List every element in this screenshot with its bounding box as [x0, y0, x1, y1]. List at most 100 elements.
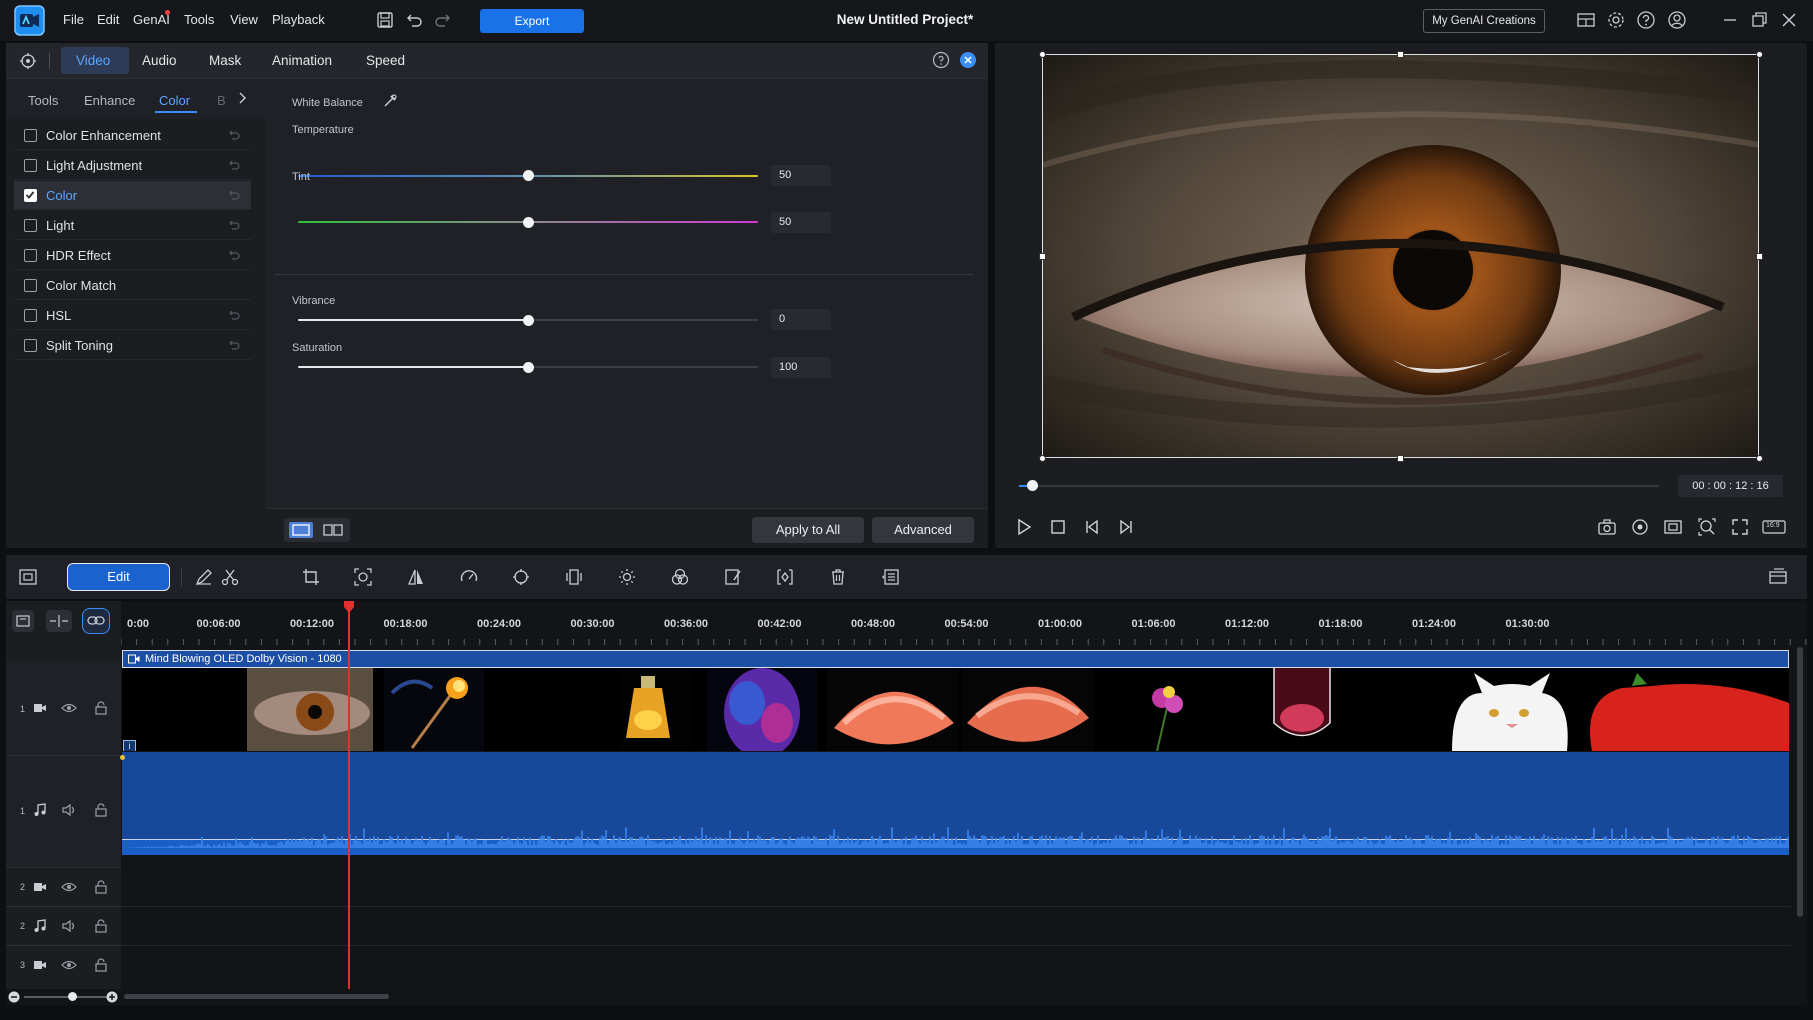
aspect-ratio-icon[interactable]: 16:9 [1762, 517, 1786, 537]
fullscreen-icon[interactable] [1730, 517, 1750, 537]
subtab-b[interactable]: B [217, 93, 226, 108]
tab-mask[interactable]: Mask [209, 53, 241, 68]
lock-icon[interactable] [93, 957, 109, 973]
preview-quality-icon[interactable] [1630, 517, 1650, 537]
video-track-2[interactable] [121, 868, 1791, 907]
lock-icon[interactable] [93, 918, 109, 934]
time-ruler[interactable]: 0:00 00:06:00 00:12:00 00:18:00 00:24:00 00:3… [121, 601, 1807, 647]
feature-item[interactable]: HDR Effect [14, 241, 251, 270]
panel-close-icon[interactable] [959, 51, 977, 69]
video-clip-title-bar[interactable]: Mind Blowing OLED Dolby Vision - 1080 [122, 650, 1789, 668]
reset-icon[interactable] [227, 128, 241, 142]
play-icon[interactable] [1014, 517, 1034, 537]
playhead-marker[interactable] [343, 601, 355, 613]
snap-icon[interactable] [46, 610, 72, 632]
reset-icon[interactable] [227, 158, 241, 172]
help-icon[interactable] [1636, 10, 1656, 30]
resize-handle-bl[interactable] [1039, 455, 1046, 462]
undo-icon[interactable] [404, 10, 424, 30]
vibrance-value-field[interactable]: 0 [771, 309, 831, 330]
reset-icon[interactable] [227, 248, 241, 262]
playhead-line[interactable] [348, 601, 350, 989]
tab-speed[interactable]: Speed [366, 53, 405, 68]
pen-tool-icon[interactable] [194, 567, 214, 587]
app-logo-icon[interactable] [14, 5, 45, 36]
speaker-icon[interactable] [61, 802, 77, 818]
color-wheel-icon[interactable] [670, 567, 690, 587]
subtab-tools[interactable]: Tools [28, 93, 58, 108]
reset-icon[interactable] [227, 188, 241, 202]
lock-icon[interactable] [93, 879, 109, 895]
temperature-slider-knob[interactable] [523, 170, 534, 181]
eyedropper-icon[interactable] [382, 93, 398, 109]
video-track-3[interactable] [121, 946, 1791, 989]
tab-audio[interactable]: Audio [142, 53, 177, 68]
menu-genai[interactable]: GenAI [133, 12, 170, 27]
export-button[interactable]: Export [480, 9, 584, 33]
audio-track-2[interactable] [121, 907, 1791, 946]
audio-clip[interactable] [120, 752, 1789, 855]
link-icon[interactable] [82, 608, 110, 634]
feature-checkbox[interactable] [24, 129, 37, 142]
track-manager-icon[interactable] [12, 610, 34, 632]
temperature-value-field[interactable]: 50 [771, 165, 831, 186]
layout-icon[interactable] [1576, 10, 1596, 30]
magic-tools-icon[interactable] [18, 51, 38, 71]
close-icon[interactable] [1779, 10, 1799, 30]
resize-handle-left[interactable] [1039, 253, 1046, 260]
resize-handle-bottom[interactable] [1397, 455, 1404, 462]
lock-icon[interactable] [93, 700, 109, 716]
speaker-icon[interactable] [61, 918, 77, 934]
audio-keyframe-dot[interactable] [120, 755, 125, 760]
tab-animation[interactable]: Animation [272, 53, 332, 68]
my-genai-creations-button[interactable]: My GenAI Creations [1423, 9, 1545, 33]
video-clip-thumbnails[interactable]: i [122, 668, 1789, 751]
subtab-color[interactable]: Color [159, 93, 190, 108]
tab-video[interactable]: Video [76, 53, 110, 68]
preview-video-frame[interactable] [1042, 54, 1759, 458]
menu-tools[interactable]: Tools [184, 12, 214, 27]
trash-icon[interactable] [828, 567, 848, 587]
menu-edit[interactable]: Edit [97, 12, 119, 27]
vibrance-slider-knob[interactable] [523, 315, 534, 326]
advanced-button[interactable]: Advanced [872, 517, 974, 543]
split-view-icon[interactable] [321, 522, 345, 538]
tint-slider-knob[interactable] [523, 217, 534, 228]
preview-scrub-track[interactable] [1019, 485, 1659, 487]
zoom-slider-knob[interactable] [68, 992, 77, 1001]
tint-value-field[interactable]: 50 [771, 212, 831, 233]
gear-icon[interactable] [1606, 10, 1626, 30]
saturation-slider-knob[interactable] [523, 362, 534, 373]
resize-handle-top[interactable] [1397, 51, 1404, 58]
feature-item[interactable]: Color Enhancement [14, 121, 251, 150]
stop-icon[interactable] [1048, 517, 1068, 537]
scissors-icon[interactable] [220, 567, 240, 587]
feature-item[interactable]: HSL [14, 301, 251, 330]
brightness-icon[interactable] [617, 567, 637, 587]
feature-checkbox[interactable] [24, 249, 37, 262]
ai-effects-icon[interactable] [511, 567, 531, 587]
redo-icon[interactable] [433, 10, 453, 30]
feature-item[interactable]: Color Match [14, 271, 251, 300]
eye-icon[interactable] [61, 700, 77, 716]
saturation-value-field[interactable]: 100 [771, 357, 831, 378]
chevron-right-icon[interactable] [235, 91, 249, 105]
reset-icon[interactable] [227, 308, 241, 322]
feature-checkbox[interactable] [24, 219, 37, 232]
more-tools-icon[interactable] [881, 567, 901, 587]
timeline-vertical-scrollbar[interactable] [1797, 647, 1803, 917]
minimize-icon[interactable] [1720, 10, 1740, 30]
feature-checkbox[interactable] [24, 159, 37, 172]
restore-icon[interactable] [1749, 10, 1769, 30]
apply-to-all-button[interactable]: Apply to All [752, 517, 864, 543]
next-frame-icon[interactable] [1116, 517, 1136, 537]
resize-handle-tl[interactable] [1039, 51, 1046, 58]
menu-view[interactable]: View [230, 12, 258, 27]
zoom-crop-icon[interactable] [353, 567, 373, 587]
save-icon[interactable] [375, 10, 395, 30]
preview-scrub-knob[interactable] [1026, 480, 1038, 491]
lock-icon[interactable] [93, 802, 109, 818]
feature-item[interactable]: Color [14, 181, 251, 210]
resize-handle-right[interactable] [1756, 253, 1763, 260]
keyframe-edit-icon[interactable] [723, 567, 743, 587]
